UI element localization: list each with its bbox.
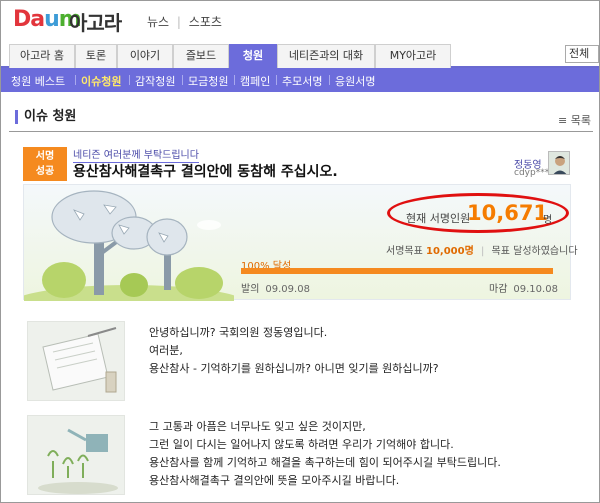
body-line: 여러분, (149, 344, 183, 357)
subnav-petition-best[interactable]: 청원 베스트 (11, 73, 65, 89)
subnav-petition-a[interactable]: 감작청원 (135, 73, 175, 89)
end-date-row: 마감 09.10.08 (489, 280, 558, 295)
start-label: 발의 (241, 284, 260, 295)
letter-illustration (27, 321, 125, 401)
start-date: 09.09.08 (265, 284, 310, 295)
tab-board[interactable]: 즐보드 (173, 44, 229, 68)
subnav-fundraising[interactable]: 모금청원 (188, 73, 228, 89)
subnav-divider (75, 75, 76, 85)
body-line: 용산참사를 함께 기억하고 해결을 촉구하는데 힘이 되어주시길 부탁드립니다. (149, 456, 501, 469)
tree-illustration (24, 190, 234, 301)
subnav-support[interactable]: 응원서명 (335, 73, 375, 89)
watering-can-icon (38, 428, 118, 494)
tab-petition[interactable]: 청원 (229, 44, 277, 68)
list-icon: ≡ (558, 114, 571, 127)
status-badge: 서명 성공 (23, 147, 67, 181)
signature-count-unit: 명 (543, 215, 553, 226)
goal-line: 서명목표 10,000명 | 목표 달성하였습니다 (386, 242, 578, 257)
goal-separator: | (480, 246, 485, 257)
body-line: 안녕하십니까? 국회의원 정동영입니다. (149, 326, 328, 339)
body-paragraph-1: 안녕하십니까? 국회의원 정동영입니다. 여러분, 용산참사 - 기억하기를 원… (149, 324, 439, 378)
sub-nav: 청원 베스트 이슈청원 감작청원 모금청원 캠페인 추모서명 응원서명 (1, 68, 599, 92)
body-line: 용산참사 - 기억하기를 원하십니까? 아니면 잊기를 원하십니까? (149, 362, 439, 375)
link-news[interactable]: 뉴스 (147, 15, 169, 29)
body-line: 용산참사해결촉구 결의안에 뜻을 모아주시길 바랍니다. (149, 474, 400, 487)
search-scope-select[interactable]: 전체 (565, 45, 599, 63)
section-title: 이슈 청원 (15, 110, 76, 124)
body-paragraph-2: 그 고통과 아픔은 너무나도 잊고 싶은 것이지만, 그런 일이 다시는 일어나… (149, 418, 501, 490)
start-date-row: 발의 09.09.08 (241, 280, 310, 295)
avatar[interactable] (548, 151, 570, 175)
site-name[interactable]: 아고라 (69, 7, 122, 36)
top-links: 뉴스 | 스포츠 (147, 13, 226, 30)
goal-status: 목표 달성하였습니다 (491, 246, 578, 257)
end-date: 09.10.08 (513, 284, 558, 295)
body-line: 그 고통과 아픔은 너무나도 잊고 싶은 것이지만, (149, 420, 366, 433)
goal-label: 서명목표 (386, 246, 423, 257)
subnav-memorial[interactable]: 추모서명 (282, 73, 322, 89)
tab-debate[interactable]: 토론 (75, 44, 117, 68)
progress-fill (241, 268, 553, 274)
subnav-divider (234, 75, 235, 85)
badge-line1: 서명 (35, 151, 55, 162)
subnav-divider (182, 75, 183, 85)
petition-title: 용산참사해결촉구 결의안에 동참해 주십시오. (73, 164, 338, 180)
end-label: 마감 (489, 284, 508, 295)
person-icon (553, 156, 567, 174)
subnav-divider (276, 75, 277, 85)
goal-value: 10,000명 (426, 246, 474, 257)
link-separator: | (176, 15, 181, 29)
signature-count-value: 10,671 (467, 201, 549, 225)
section-divider (9, 131, 593, 132)
tab-agora-home[interactable]: 아고라 홈 (9, 44, 75, 68)
scroll-icon (42, 327, 117, 393)
body-line: 그런 일이 다시는 일어나지 않도록 하려면 우리가 기억해야 합니다. (149, 438, 454, 451)
subnav-divider (329, 75, 330, 85)
subnav-divider (129, 75, 130, 85)
tab-my-agora[interactable]: MY아고라 (375, 44, 451, 68)
tab-netizen-talk[interactable]: 네티즌과의 대화 (277, 44, 375, 68)
header: Daum 아고라 뉴스 | 스포츠 (1, 1, 599, 39)
progress-bar (241, 268, 553, 274)
watering-illustration (27, 415, 125, 495)
subnav-issue-petition[interactable]: 이슈청원 (81, 73, 121, 89)
main-tabs: 아고라 홈 토론 이야기 즐보드 청원 네티즌과의 대화 MY아고라 전체 (1, 41, 599, 68)
tab-story[interactable]: 이야기 (117, 44, 173, 68)
link-sports[interactable]: 스포츠 (189, 15, 222, 29)
badge-line2: 성공 (35, 166, 55, 177)
list-link[interactable]: ≡ 목록 (558, 112, 591, 128)
page-frame: Daum 아고라 뉴스 | 스포츠 아고라 홈 토론 이야기 즐보드 청원 네티… (0, 0, 600, 503)
subnav-campaign[interactable]: 캠페인 (240, 73, 270, 89)
signature-count-label: 현재 서명인원 (406, 212, 471, 225)
list-label: 목록 (570, 114, 591, 127)
